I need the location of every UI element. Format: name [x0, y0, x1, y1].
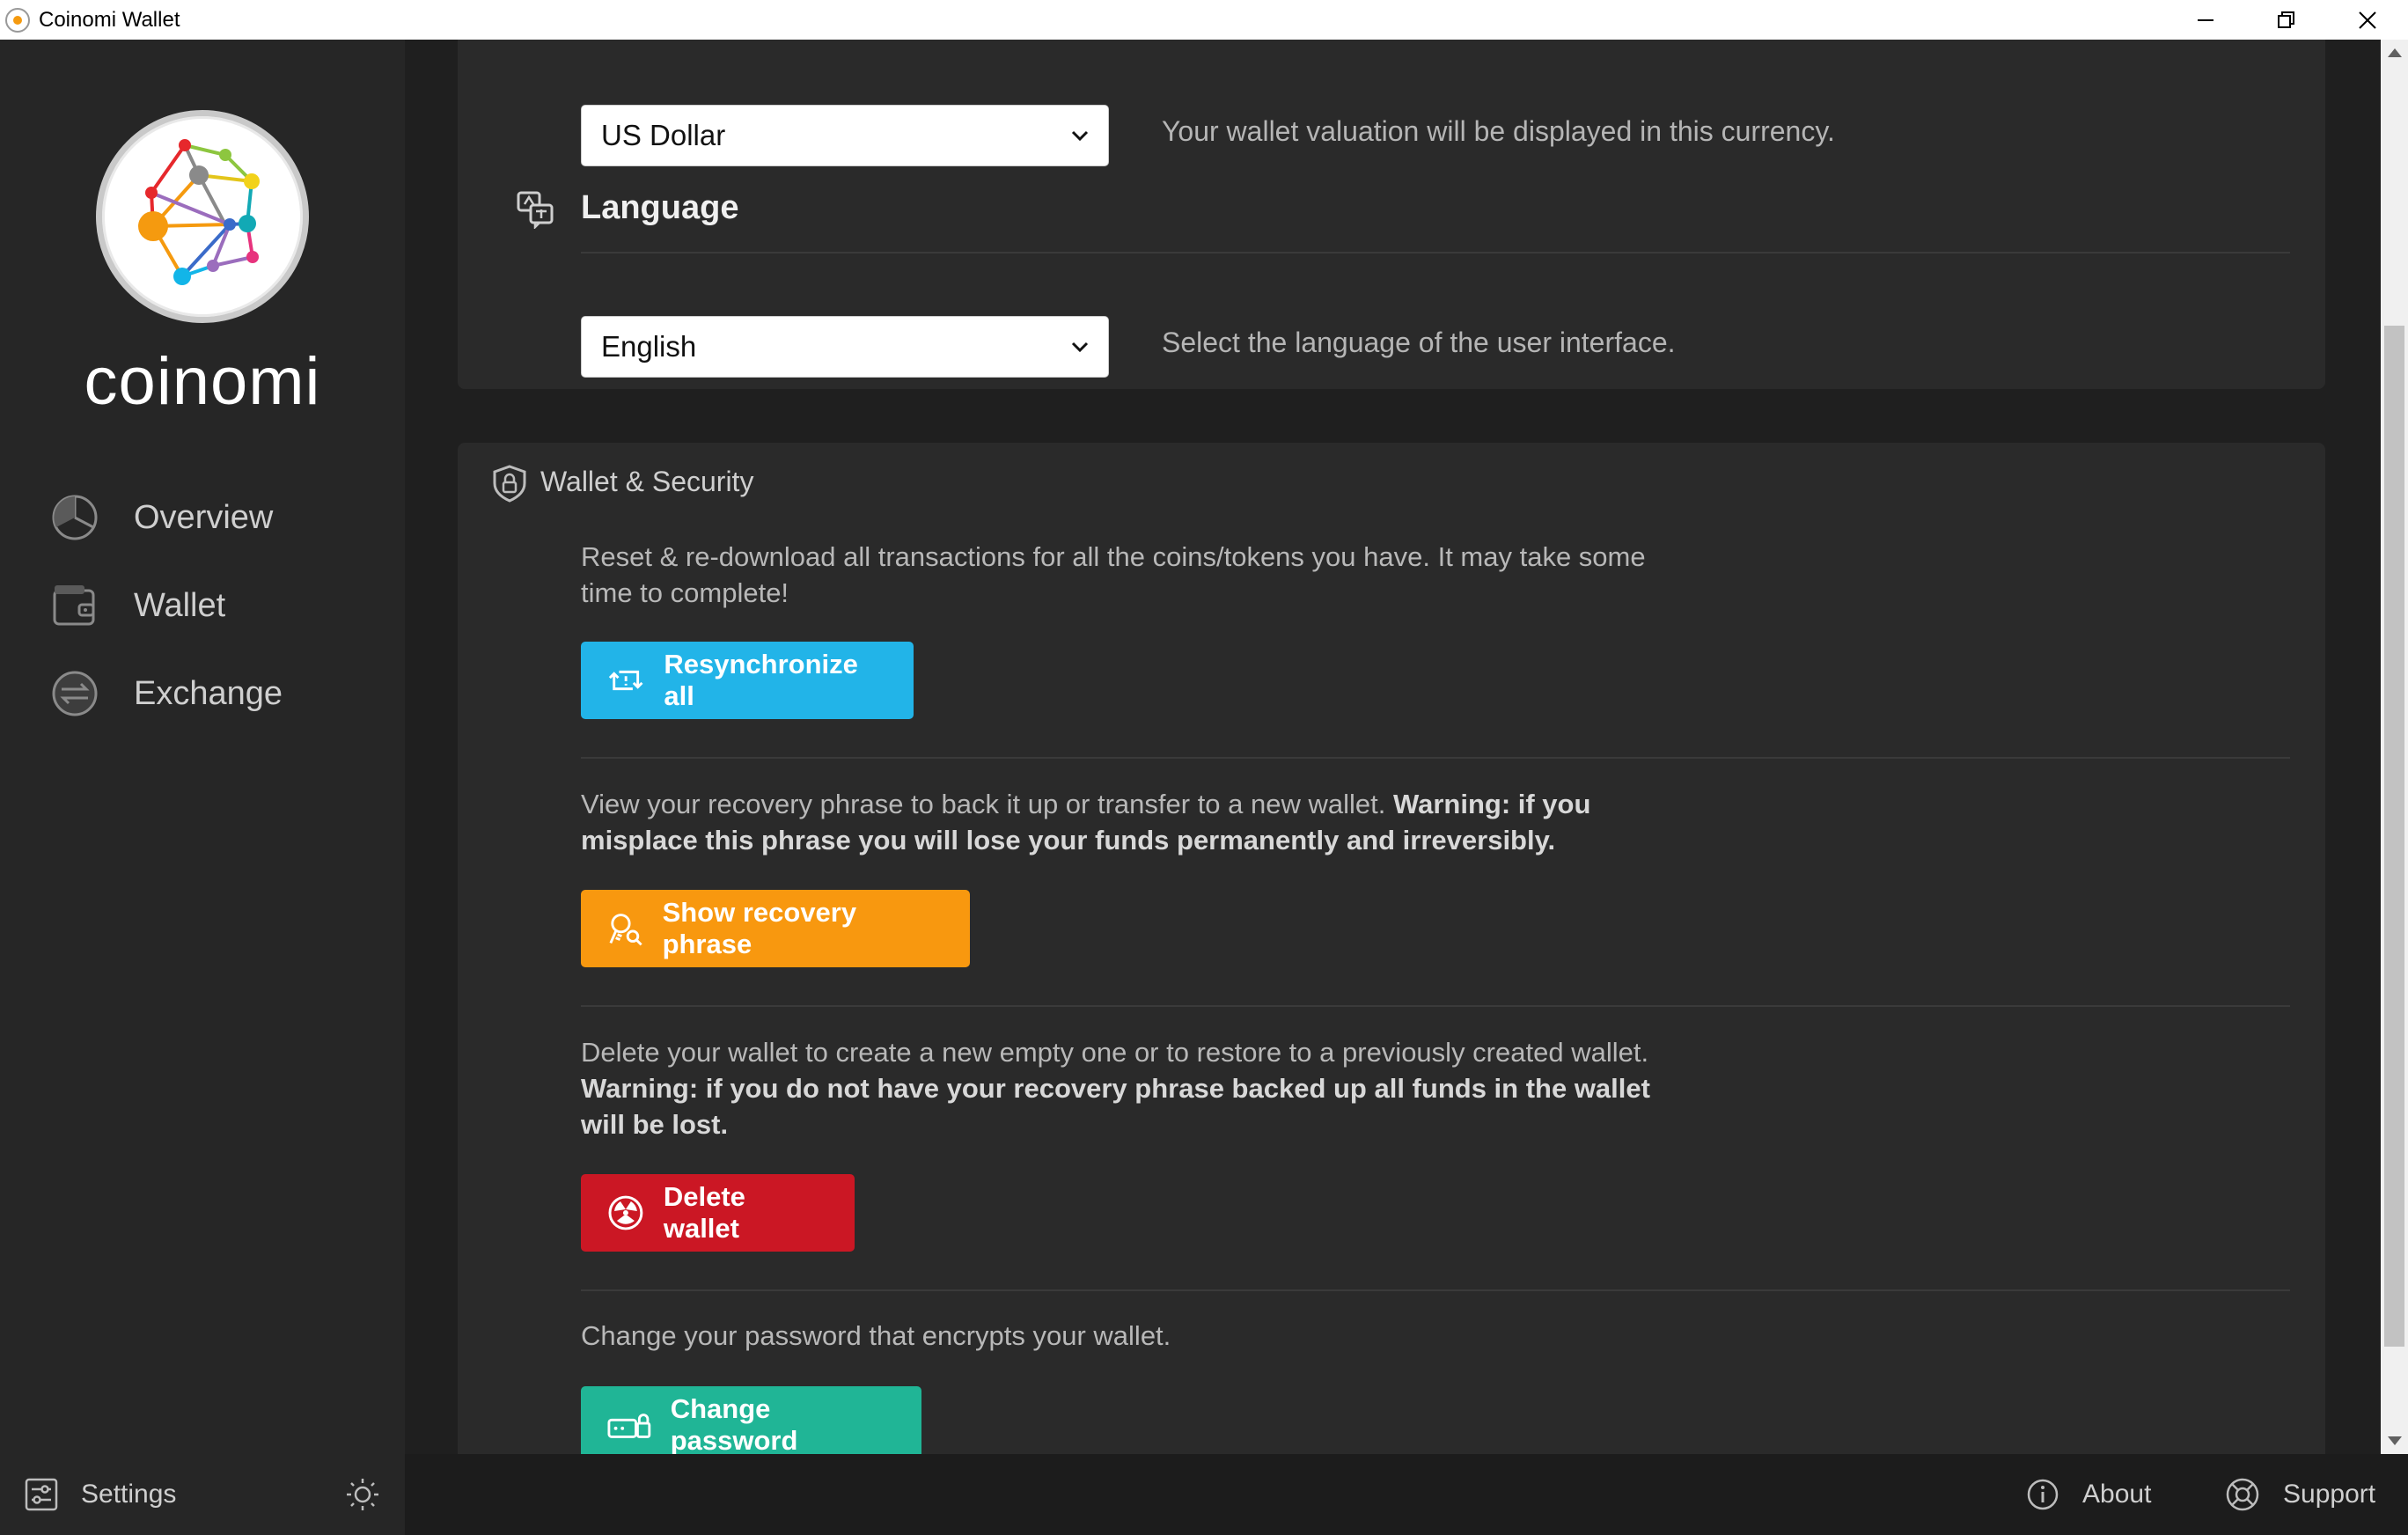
sidebar-item-label: Wallet [134, 586, 226, 624]
wallet-icon [53, 585, 95, 626]
title-bar: Coinomi Wallet [0, 0, 2408, 40]
delete-warning: Warning: if you do not have your recover… [581, 1073, 1650, 1140]
network-logo-icon [138, 139, 260, 285]
change-password-button[interactable]: Change password [581, 1386, 921, 1454]
window-controls [2165, 0, 2408, 40]
radiation-icon [608, 1195, 643, 1230]
settings-button[interactable]: Settings [25, 1454, 176, 1535]
coinomi-logo [96, 110, 309, 323]
sidebar-item-wallet[interactable]: Wallet [51, 579, 225, 632]
pie-chart-icon [52, 495, 98, 540]
exchange-icon [52, 671, 98, 716]
chevron-down-icon [1071, 342, 1089, 353]
general-settings-card: US Dollar Your wallet valuation will be … [458, 40, 2325, 389]
shield-icon [493, 465, 526, 503]
close-button[interactable] [2327, 0, 2408, 40]
divider [581, 757, 2290, 759]
show-recovery-phrase-button[interactable]: Show recovery phrase [581, 890, 970, 967]
scroll-up-arrow[interactable] [2388, 48, 2402, 57]
delete-wallet-button[interactable]: Delete wallet [581, 1174, 855, 1252]
minimize-icon [2198, 18, 2213, 21]
wallet-security-card: Wallet & Security Reset & re-download al… [458, 443, 2325, 1454]
delete-description: Delete your wallet to create a new empty… [581, 1034, 1655, 1142]
resynchronize-all-button[interactable]: Resynchronize all [581, 642, 914, 719]
button-label: Delete wallet [663, 1181, 745, 1244]
sidebar-item-exchange[interactable]: Exchange [51, 667, 283, 720]
restore-icon [2278, 11, 2294, 28]
theme-toggle-button[interactable] [345, 1454, 403, 1535]
language-title: Language [581, 189, 739, 226]
about-label: About [2082, 1480, 2152, 1509]
language-hint: Select the language of the user interfac… [1162, 327, 1676, 358]
lifebuoy-icon [2226, 1478, 2259, 1511]
divider [581, 252, 2290, 253]
window-title: Coinomi Wallet [39, 7, 180, 32]
delete-text: Delete your wallet to create a new empty… [581, 1037, 1649, 1068]
button-label: Resynchronize all [664, 649, 858, 711]
settings-content: US Dollar Your wallet valuation will be … [405, 40, 2381, 1454]
sidebar-item-label: Overview [134, 498, 274, 536]
language-select[interactable]: English [581, 316, 1109, 378]
resync-icon [608, 670, 643, 691]
sidebar: coinomi Overview Wallet Exchange [0, 40, 405, 1454]
scrollbar-thumb[interactable] [2384, 326, 2404, 1347]
info-icon [2027, 1479, 2059, 1510]
recovery-text: View your recovery phrase to back it up … [581, 789, 1393, 819]
settings-label: Settings [81, 1480, 177, 1509]
about-button[interactable]: About [2026, 1454, 2151, 1535]
close-icon [2359, 11, 2376, 29]
language-icon [517, 191, 554, 229]
sun-icon [347, 1479, 378, 1510]
security-section-title: Wallet & Security [540, 466, 754, 497]
currency-value: US Dollar [601, 119, 726, 151]
restore-button[interactable] [2246, 0, 2327, 40]
currency-hint: Your wallet valuation will be displayed … [1162, 115, 1835, 147]
button-label: Change password [670, 1393, 798, 1454]
password-lock-icon [607, 1414, 651, 1438]
support-button[interactable]: Support [2225, 1454, 2375, 1535]
button-label: Show recovery phrase [662, 897, 857, 959]
vertical-scrollbar[interactable] [2381, 40, 2408, 1454]
divider [581, 1289, 2290, 1291]
language-value: English [601, 330, 697, 363]
divider [581, 1005, 2290, 1007]
minimize-button[interactable] [2165, 0, 2246, 40]
settings-sliders-icon [25, 1478, 58, 1511]
scroll-down-arrow[interactable] [2388, 1436, 2402, 1445]
sidebar-item-overview[interactable]: Overview [51, 491, 273, 544]
key-search-icon [609, 914, 642, 946]
bottom-bar: Settings About Support [0, 1454, 2408, 1535]
app-icon [5, 7, 30, 33]
support-label: Support [2283, 1480, 2376, 1509]
password-description: Change your password that encrypts your … [581, 1320, 1171, 1351]
sidebar-item-label: Exchange [134, 674, 283, 712]
recovery-description: View your recovery phrase to back it up … [581, 786, 1655, 858]
resync-description: Reset & re-download all transactions for… [581, 541, 1646, 608]
currency-select[interactable]: US Dollar [581, 105, 1109, 166]
chevron-down-icon [1071, 130, 1089, 142]
brand-name: coinomi [84, 344, 321, 419]
